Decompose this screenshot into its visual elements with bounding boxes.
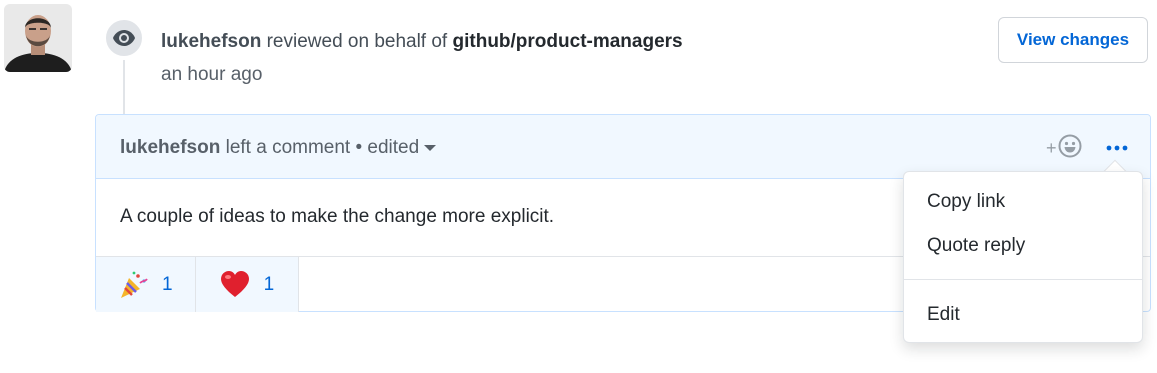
pr-timeline: lukehefson reviewed on behalf of github/… xyxy=(0,0,1157,373)
caret-down-icon xyxy=(424,144,437,151)
review-action-text: reviewed on behalf of xyxy=(266,31,448,52)
comment-meta: lukehefson left a comment • edited xyxy=(120,136,437,160)
eye-icon xyxy=(104,18,144,58)
review-summary: lukehefson reviewed on behalf of github/… xyxy=(161,30,683,54)
avatar[interactable] xyxy=(4,4,72,72)
menu-divider xyxy=(904,279,1142,280)
menu-item-copy-link[interactable]: Copy link xyxy=(927,190,1005,214)
party-popper-icon xyxy=(118,270,148,300)
add-reaction-button[interactable]: + xyxy=(1046,134,1088,162)
reaction-party-button[interactable]: 1 xyxy=(96,257,196,312)
reaction-count: 1 xyxy=(162,273,173,295)
menu-item-quote-reply[interactable]: Quote reply xyxy=(927,234,1025,258)
reaction-heart-button[interactable]: 1 xyxy=(195,257,300,312)
kebab-menu-button[interactable] xyxy=(1102,135,1132,161)
kebab-horizontal-icon xyxy=(1106,145,1128,151)
edited-dropdown[interactable]: edited xyxy=(367,137,437,158)
meta-separator: • xyxy=(355,137,363,158)
comment-actions-menu: Copy link Quote reply Edit xyxy=(903,171,1143,343)
comment-author-link[interactable]: lukehefson xyxy=(120,137,220,158)
comment-action-text: left a comment xyxy=(225,137,351,158)
view-changes-button[interactable]: View changes xyxy=(998,17,1148,63)
comment-body: A couple of ideas to make the change mor… xyxy=(120,206,555,227)
timeline-connector xyxy=(123,60,125,116)
review-author-link[interactable]: lukehefson xyxy=(161,31,261,52)
edited-label: edited xyxy=(367,137,420,158)
plus-label: + xyxy=(1046,137,1057,158)
reaction-count: 1 xyxy=(263,273,275,295)
comment-header: lukehefson left a comment • edited + xyxy=(96,115,1150,179)
review-timestamp[interactable]: an hour ago xyxy=(161,63,262,87)
heart-icon xyxy=(220,270,250,300)
avatar-image xyxy=(4,4,72,72)
menu-item-edit[interactable]: Edit xyxy=(927,303,960,327)
smiley-icon xyxy=(1058,134,1082,163)
review-org-link[interactable]: github/product-managers xyxy=(453,31,683,52)
